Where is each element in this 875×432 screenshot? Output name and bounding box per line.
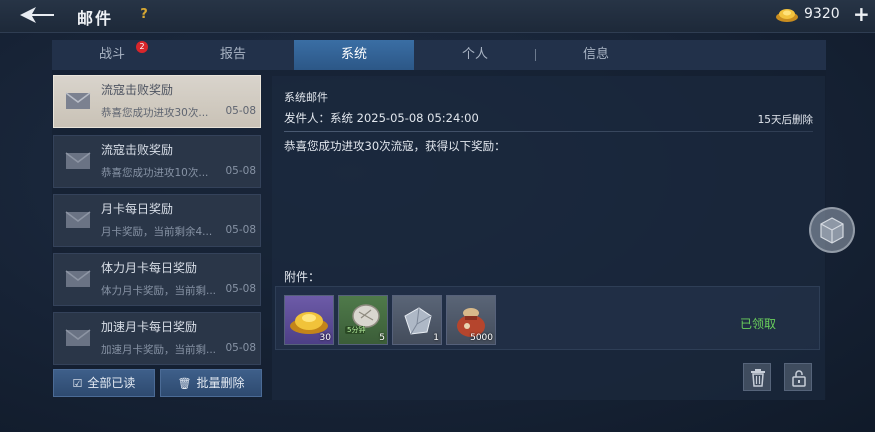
tab-system[interactable]: 系统	[294, 40, 414, 70]
batch-delete-label: 批量删除	[196, 376, 245, 390]
currency-display: 9320 +	[775, 0, 875, 32]
attachments-label: 附件：	[284, 270, 321, 284]
unlock-mail-button[interactable]	[784, 363, 812, 391]
mail-date: 05-08	[225, 224, 256, 236]
cube-icon	[820, 217, 844, 244]
trash-icon: 🗑	[177, 377, 192, 390]
gold-ingot-icon	[776, 9, 798, 22]
attachment-item[interactable]: 30	[284, 295, 334, 345]
currency-amount: 9320	[804, 6, 840, 22]
envelope-icon	[65, 270, 91, 287]
mail-preview: 恭喜您成功进攻30次...	[101, 107, 209, 119]
unlock-icon	[792, 370, 806, 387]
item-quantity: 5	[379, 333, 385, 343]
top-bar: 邮件 ? 9320 +	[0, 0, 875, 33]
tab-label: 信息	[582, 47, 609, 62]
attachment-item[interactable]: 5分钟 5	[338, 295, 388, 345]
mail-sender-title: 系统邮件	[284, 91, 328, 104]
divider	[284, 131, 813, 132]
trash-icon	[751, 369, 765, 387]
add-currency-button[interactable]: +	[853, 2, 870, 26]
item-quantity: 1	[433, 333, 439, 343]
tab-personal[interactable]: 个人	[415, 40, 535, 70]
envelope-icon	[65, 211, 91, 228]
envelope-icon	[65, 329, 91, 346]
mail-date: 05-08	[225, 105, 256, 117]
mail-from-line: 发件人：系统 2025-05-08 05:24:00	[284, 111, 479, 125]
mail-body: 恭喜您成功进攻30次流寇，获得以下奖励：	[284, 139, 506, 153]
tab-message[interactable]: 信息	[536, 40, 656, 70]
mail-list-item[interactable]: 流寇击败奖励 恭喜您成功进攻10次... 05-08	[53, 135, 261, 188]
mail-list-item[interactable]: 加速月卡每日奖励 加速月卡奖励，当前剩... 05-08	[53, 312, 261, 365]
item-tag: 5分钟	[347, 326, 366, 334]
mail-date: 05-08	[225, 165, 256, 177]
mail-title: 月卡每日奖励	[101, 202, 174, 216]
mail-expire: 15天后删除	[757, 114, 813, 126]
mail-list-item[interactable]: 体力月卡每日奖励 体力月卡奖励，当前剩... 05-08	[53, 253, 261, 306]
read-all-button[interactable]: ☑ 全部已读	[53, 369, 155, 397]
tab-label: 系统	[340, 47, 367, 62]
back-button[interactable]	[18, 4, 60, 26]
mail-title: 流寇击败奖励	[101, 83, 174, 97]
tab-battle[interactable]: 战斗	[52, 40, 172, 70]
unread-badge: 2	[136, 41, 148, 53]
mail-date: 05-08	[225, 342, 256, 354]
mail-title: 流寇击败奖励	[101, 143, 174, 157]
tab-label: 个人	[461, 47, 488, 62]
delete-mail-button[interactable]	[743, 363, 771, 391]
attachment-item[interactable]: 5000	[446, 295, 496, 345]
claim-status: 已领取	[740, 317, 777, 331]
back-arrow-icon	[20, 7, 54, 23]
help-button[interactable]: ?	[134, 5, 154, 25]
mail-tabs: 战斗 2 报告 系统 个人 信息	[52, 40, 826, 70]
batch-delete-button[interactable]: 🗑 批量删除	[160, 369, 262, 397]
mail-title: 体力月卡每日奖励	[101, 261, 198, 275]
page-title: 邮件	[77, 9, 114, 28]
attachment-item[interactable]: 1	[392, 295, 442, 345]
envelope-icon	[65, 152, 91, 169]
tab-report[interactable]: 报告	[173, 40, 293, 70]
mail-preview: 月卡奖励，当前剩余4...	[101, 226, 213, 238]
mail-title: 加速月卡每日奖励	[101, 320, 198, 334]
mail-list-item[interactable]: 流寇击败奖励 恭喜您成功进攻30次... 05-08	[53, 75, 261, 128]
read-all-label: 全部已读	[87, 376, 136, 390]
item-quantity: 5000	[470, 333, 493, 343]
floating-cube-button[interactable]	[809, 207, 855, 253]
item-quantity: 30	[319, 333, 331, 343]
mail-preview: 恭喜您成功进攻10次...	[101, 167, 209, 179]
tab-label: 报告	[219, 47, 246, 62]
mail-list-item[interactable]: 月卡每日奖励 月卡奖励，当前剩余4... 05-08	[53, 194, 261, 247]
tab-label: 战斗	[98, 47, 125, 62]
checkbox-icon: ☑	[72, 377, 83, 390]
mail-preview: 加速月卡奖励，当前剩...	[101, 344, 216, 356]
envelope-icon	[65, 92, 91, 109]
mail-preview: 体力月卡奖励，当前剩...	[101, 285, 216, 297]
mail-date: 05-08	[225, 283, 256, 295]
